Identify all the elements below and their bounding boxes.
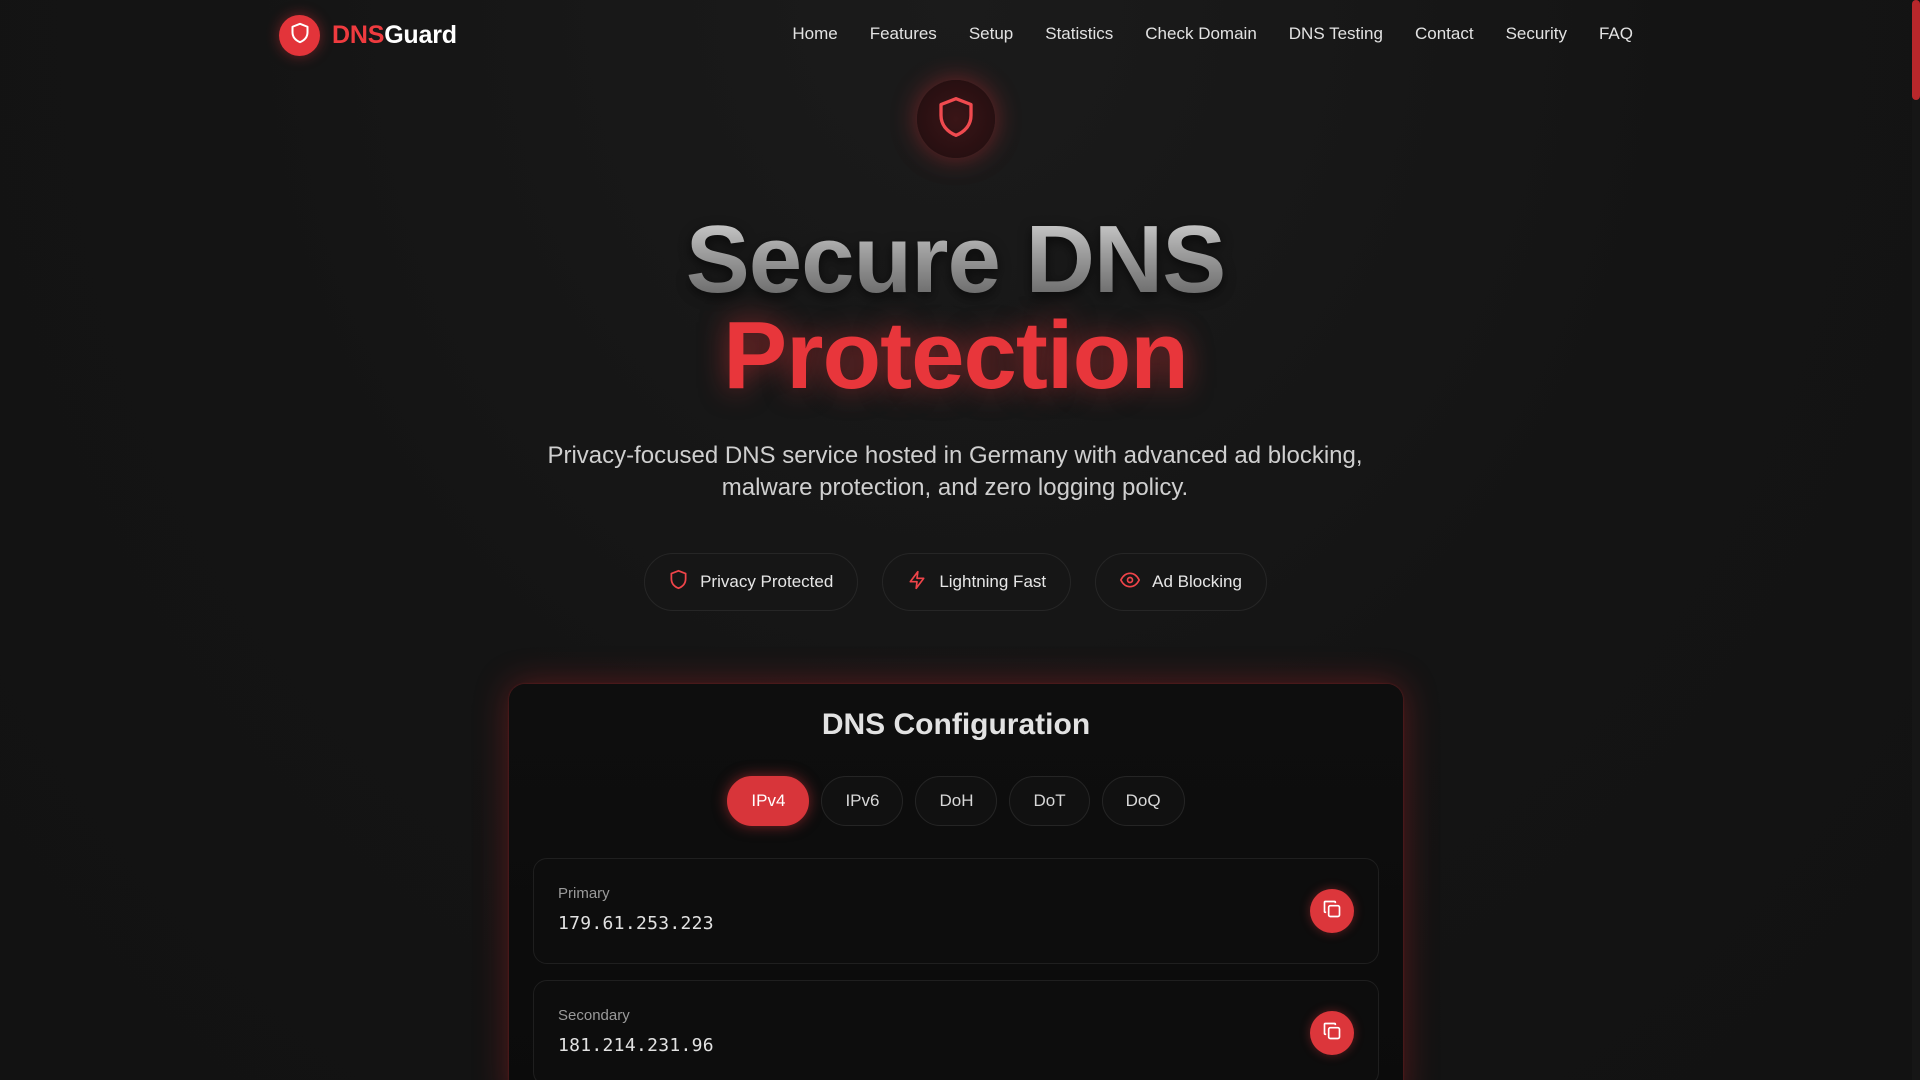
badge-ad-blocking: Ad Blocking bbox=[1095, 553, 1267, 611]
nav-link-security[interactable]: Security bbox=[1506, 24, 1567, 44]
copy-primary-button[interactable] bbox=[1310, 889, 1354, 933]
hero-shield bbox=[917, 80, 995, 158]
brand-name-part1: DNS bbox=[332, 21, 385, 49]
copy-icon bbox=[1322, 899, 1342, 924]
copy-icon bbox=[1322, 1021, 1342, 1046]
shield-icon bbox=[936, 95, 976, 144]
tab-doq[interactable]: DoQ bbox=[1101, 776, 1185, 826]
dns-config-title: DNS Configuration bbox=[821, 708, 1091, 741]
nav-link-contact[interactable]: Contact bbox=[1415, 24, 1474, 44]
brand-logo bbox=[279, 15, 320, 56]
copy-secondary-button[interactable] bbox=[1310, 1011, 1354, 1055]
brand-name: DNSGuard bbox=[332, 21, 457, 50]
navbar: DNSGuard Home Features Setup Statistics … bbox=[0, 0, 1920, 72]
brand[interactable]: DNSGuard bbox=[279, 15, 457, 56]
hero-title-line1: Secure DNS bbox=[0, 212, 1911, 308]
primary-dns-row: Primary 179.61.253.223 bbox=[533, 858, 1379, 964]
secondary-dns-label: Secondary bbox=[558, 1007, 630, 1024]
nav-link-statistics[interactable]: Statistics bbox=[1045, 24, 1113, 44]
shield-icon bbox=[290, 22, 310, 49]
nav-links: Home Features Setup Statistics Check Dom… bbox=[792, 24, 1633, 44]
nav-link-home[interactable]: Home bbox=[792, 24, 837, 44]
badge-label: Privacy Protected bbox=[700, 572, 834, 591]
badge-privacy-protected: Privacy Protected bbox=[644, 553, 859, 611]
scrollbar-track[interactable] bbox=[1912, 0, 1920, 1080]
tab-dot[interactable]: DoT bbox=[1009, 776, 1090, 826]
dns-config-card: DNS Configuration IPv4 IPv6 DoH DoT DoQ … bbox=[509, 684, 1403, 1080]
secondary-dns-row: Secondary 181.214.231.96 bbox=[533, 980, 1379, 1080]
hero-title: Secure DNS Protection bbox=[0, 212, 1911, 404]
nav-link-features[interactable]: Features bbox=[870, 24, 937, 44]
secondary-dns-value[interactable]: 181.214.231.96 bbox=[558, 1035, 714, 1056]
primary-dns-value[interactable]: 179.61.253.223 bbox=[558, 913, 714, 934]
page: DNSGuard Home Features Setup Statistics … bbox=[0, 0, 1920, 1080]
hero-subtitle: Privacy-focused DNS service hosted in Ge… bbox=[547, 442, 1363, 501]
eye-icon bbox=[1120, 572, 1141, 593]
primary-dns-label: Primary bbox=[558, 885, 610, 902]
lightning-icon bbox=[907, 569, 927, 596]
tab-ipv6[interactable]: IPv6 bbox=[821, 776, 904, 826]
badge-label: Ad Blocking bbox=[1152, 572, 1242, 591]
feature-badges: Privacy Protected Lightning Fast Ad Bloc… bbox=[0, 553, 1911, 611]
nav-link-setup[interactable]: Setup bbox=[969, 24, 1013, 44]
scrollbar-thumb[interactable] bbox=[1912, 0, 1920, 100]
protocol-tabs: IPv4 IPv6 DoH DoT DoQ bbox=[509, 776, 1403, 826]
tab-doh[interactable]: DoH bbox=[915, 776, 998, 826]
badge-label: Lightning Fast bbox=[939, 572, 1047, 591]
tab-ipv4[interactable]: IPv4 bbox=[727, 776, 810, 826]
badge-lightning-fast: Lightning Fast bbox=[882, 553, 1072, 611]
hero-title-line2: Protection bbox=[723, 302, 1189, 409]
shield-icon bbox=[669, 569, 688, 595]
brand-name-part2: Guard bbox=[384, 21, 457, 49]
nav-link-dns-testing[interactable]: DNS Testing bbox=[1289, 24, 1383, 44]
nav-link-check-domain[interactable]: Check Domain bbox=[1145, 24, 1257, 44]
nav-link-faq[interactable]: FAQ bbox=[1599, 24, 1633, 44]
